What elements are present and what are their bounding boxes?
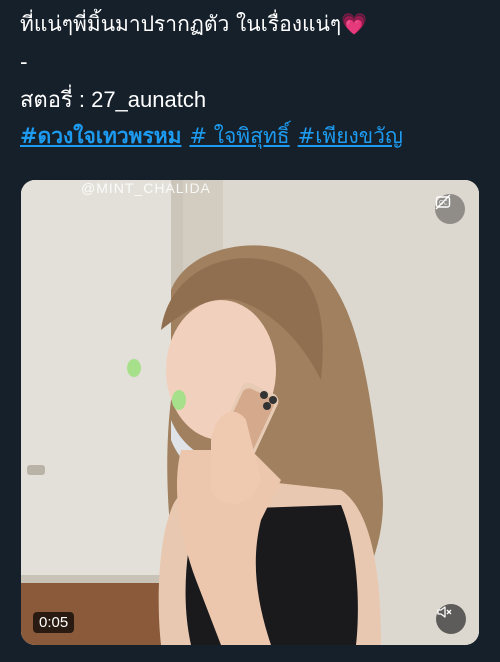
mute-button[interactable] <box>436 604 466 634</box>
speaker-muted-icon <box>437 606 452 618</box>
separator: - <box>20 50 28 74</box>
tweet-text-line: ที่แน่ๆพี่มิ้นมาปรากฏตัว ในเรื่องแน่ๆ💗 <box>20 10 367 38</box>
hashtag-link[interactable]: #ดวงใจเทวพรหม <box>20 124 181 148</box>
tweet: ที่แน่ๆพี่มิ้นมาปรากฏตัว ในเรื่องแน่ๆ💗 -… <box>0 0 500 662</box>
hashtag-link[interactable]: #เพียงขวัญ <box>298 124 403 148</box>
story-credit: สตอรี่ : 27_aunatch <box>20 87 207 112</box>
video-watermark: @MINT_CHALIDA <box>81 180 211 196</box>
video-frame <box>21 180 479 645</box>
video-player[interactable]: @MINT_CHALIDA CC 0:05 <box>21 180 479 645</box>
tweet-text: ที่แน่ๆพี่มิ้นมาปรากฏตัว ในเรื่องแน่ๆ <box>20 12 342 36</box>
heart-emoji-icon: 💗 <box>341 12 368 36</box>
captions-off-icon: CC <box>435 194 451 210</box>
captions-button[interactable]: CC <box>435 194 465 224</box>
hashtag-link[interactable]: # ใจพิสุทธิ์ <box>189 124 289 148</box>
hashtags-line: #ดวงใจเทวพรหม # ใจพิสุทธิ์ #เพียงขวัญ <box>20 122 403 150</box>
video-duration: 0:05 <box>33 612 75 633</box>
